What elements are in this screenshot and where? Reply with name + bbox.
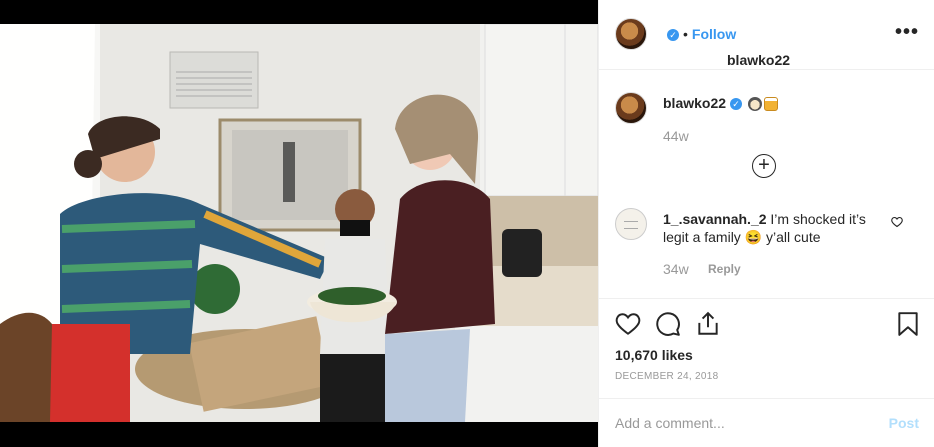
verified-badge-icon: ✓ <box>667 29 679 42</box>
heart-icon[interactable] <box>615 311 641 337</box>
separator-dot: • <box>683 26 688 42</box>
grinning-squint-emoji-icon: 😆 <box>744 229 763 245</box>
add-comment-bar: Post <box>599 398 934 447</box>
plus-circle-icon[interactable]: + <box>752 154 776 178</box>
post-photo[interactable] <box>0 24 598 422</box>
verified-badge-icon: ✓ <box>730 98 743 111</box>
more-options-icon[interactable]: ••• <box>895 22 919 42</box>
commenter-username[interactable]: 1_.savannah._2 <box>663 211 767 227</box>
author-avatar[interactable] <box>615 18 647 50</box>
comment-timestamp[interactable]: 34w <box>663 261 689 277</box>
comment-icon[interactable] <box>655 311 681 337</box>
comment-text: 1_.savannah._2 I’m shocked it’s legit a … <box>663 210 883 246</box>
follow-button[interactable]: Follow <box>692 26 736 42</box>
caption-avatar[interactable] <box>615 92 647 124</box>
post-comment-button[interactable]: Post <box>889 415 919 431</box>
caption-line: blawko22 ✓ <box>663 95 778 112</box>
caption-timestamp[interactable]: 44w <box>663 128 689 144</box>
beer-glass-emoji-icon <box>763 97 778 112</box>
post-media[interactable] <box>0 0 598 447</box>
bookmark-icon[interactable] <box>895 311 921 337</box>
comment-input[interactable] <box>615 413 875 433</box>
post-header: blawko22 ✓ • Follow ••• <box>599 0 934 70</box>
reply-button[interactable]: Reply <box>708 262 741 276</box>
caption-username[interactable]: blawko22 <box>663 95 726 111</box>
share-icon[interactable] <box>695 311 721 337</box>
post-date[interactable]: DECEMBER 24, 2018 <box>615 371 718 382</box>
cat-face-emoji-icon <box>747 97 762 112</box>
post-actions: 10,670 likes DECEMBER 24, 2018 <box>599 298 934 408</box>
author-username[interactable]: blawko22 <box>727 52 790 68</box>
comment-body-part2: y’all cute <box>766 229 821 245</box>
likes-count[interactable]: 10,670 likes <box>615 347 693 363</box>
comment-like-heart-icon[interactable] <box>891 216 903 231</box>
post-sidebar: blawko22 ✓ • Follow ••• blawko22 ✓ 44w + 1_.… <box>598 0 934 447</box>
photo-illustration <box>0 24 598 422</box>
commenter-avatar[interactable] <box>615 208 647 240</box>
author-line: blawko22 ✓ • Follow <box>663 26 790 68</box>
